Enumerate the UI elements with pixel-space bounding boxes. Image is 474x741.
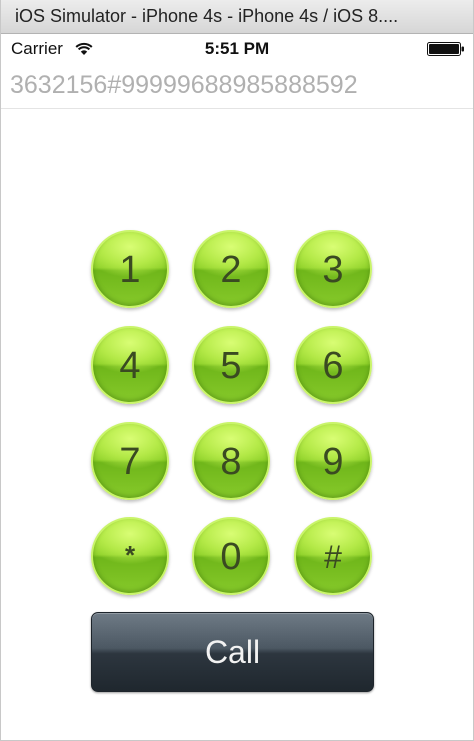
battery-icon bbox=[427, 42, 464, 56]
key-1-label: 1 bbox=[119, 249, 141, 291]
key-star[interactable]: * bbox=[91, 517, 169, 595]
key-9-label: 9 bbox=[322, 441, 344, 483]
key-3-label: 3 bbox=[322, 249, 344, 291]
call-button[interactable]: Call bbox=[91, 612, 374, 692]
key-3[interactable]: 3 bbox=[294, 230, 372, 308]
key-8-label: 8 bbox=[220, 441, 242, 483]
key-7[interactable]: 7 bbox=[91, 422, 169, 500]
key-8[interactable]: 8 bbox=[192, 422, 270, 500]
status-bar: Carrier 5:51 PM bbox=[1, 34, 473, 64]
status-time: 5:51 PM bbox=[204, 39, 270, 58]
key-5[interactable]: 5 bbox=[192, 326, 270, 404]
key-7-label: 7 bbox=[119, 441, 141, 483]
key-hash[interactable]: # bbox=[294, 517, 372, 595]
dialed-number-field[interactable]: 3632156#99999688985888592 bbox=[1, 64, 473, 109]
simulator-window: iOS Simulator - iPhone 4s - iPhone 4s / … bbox=[0, 0, 474, 741]
key-star-label: * bbox=[124, 540, 136, 570]
key-1[interactable]: 1 bbox=[91, 230, 169, 308]
key-0[interactable]: 0 bbox=[192, 517, 270, 595]
key-hash-label: # bbox=[324, 539, 342, 575]
key-5-label: 5 bbox=[220, 345, 242, 387]
key-4-label: 4 bbox=[119, 345, 141, 387]
dialed-number: 3632156#99999688985888592 bbox=[10, 71, 358, 99]
key-6-label: 6 bbox=[322, 345, 344, 387]
key-2-label: 2 bbox=[220, 249, 242, 291]
key-4[interactable]: 4 bbox=[91, 326, 169, 404]
key-0-label: 0 bbox=[220, 536, 242, 578]
key-6[interactable]: 6 bbox=[294, 326, 372, 404]
window-title: iOS Simulator - iPhone 4s - iPhone 4s / … bbox=[15, 6, 399, 26]
window-titlebar[interactable]: iOS Simulator - iPhone 4s - iPhone 4s / … bbox=[1, 0, 473, 34]
key-2[interactable]: 2 bbox=[192, 230, 270, 308]
call-button-label: Call bbox=[204, 633, 261, 670]
key-9[interactable]: 9 bbox=[294, 422, 372, 500]
